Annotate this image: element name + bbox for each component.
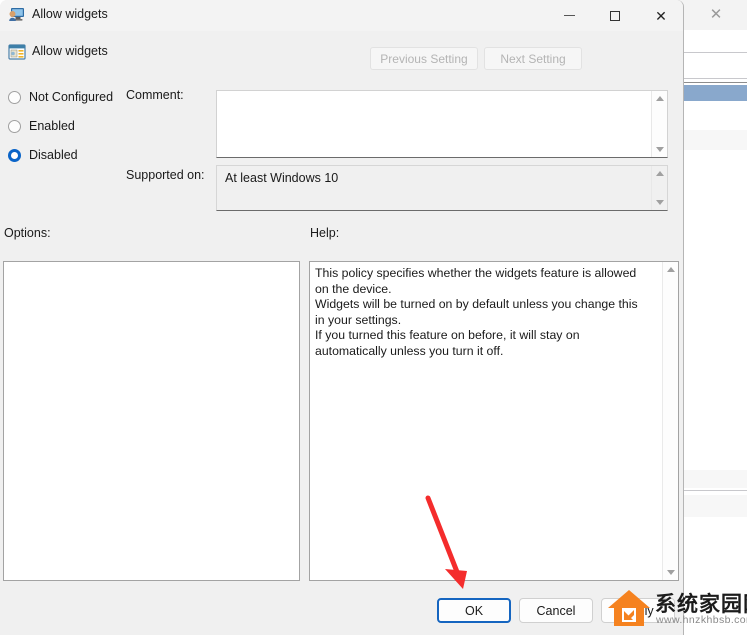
supported-scrollbar[interactable] bbox=[651, 166, 667, 210]
dialog-title: Allow widgets bbox=[32, 7, 108, 21]
close-button[interactable]: ✕ bbox=[638, 0, 684, 31]
comment-label: Comment: bbox=[126, 88, 184, 102]
radio-enabled-label: Enabled bbox=[29, 119, 75, 133]
supported-on-field: At least Windows 10 bbox=[216, 165, 668, 211]
options-label: Options: bbox=[4, 226, 51, 240]
options-panel[interactable] bbox=[3, 261, 300, 581]
watermark: 系统家园网 www.hnzkhbsb.com bbox=[607, 586, 747, 635]
supported-on-label: Supported on: bbox=[126, 168, 205, 182]
policy-setting-icon bbox=[8, 43, 26, 61]
close-icon: ✕ bbox=[655, 7, 667, 24]
house-logo-icon bbox=[608, 590, 650, 626]
scroll-down-icon[interactable] bbox=[656, 200, 664, 205]
radio-enabled[interactable]: Enabled bbox=[8, 119, 75, 133]
scroll-up-icon[interactable] bbox=[656, 96, 664, 101]
policy-setting-dialog: Allow widgets ✕ Allow widgets Previous S… bbox=[0, 0, 684, 635]
minimize-icon bbox=[563, 15, 575, 16]
watermark-url: www.hnzkhbsb.com bbox=[656, 614, 747, 626]
radio-disabled-dot bbox=[8, 148, 21, 162]
previous-setting-button[interactable]: Previous Setting bbox=[370, 47, 478, 70]
dialog-titlebar[interactable]: Allow widgets ✕ bbox=[0, 0, 683, 31]
radio-disabled-label: Disabled bbox=[29, 148, 78, 162]
comment-input[interactable] bbox=[216, 90, 668, 158]
maximize-button[interactable] bbox=[592, 0, 638, 31]
radio-disabled[interactable]: Disabled bbox=[8, 148, 78, 162]
scroll-down-icon[interactable] bbox=[656, 147, 664, 152]
background-close-icon[interactable]: ✕ bbox=[701, 4, 731, 26]
maximize-icon bbox=[610, 10, 620, 21]
help-panel: This policy specifies whether the widget… bbox=[309, 261, 679, 581]
minimize-button[interactable] bbox=[546, 0, 592, 31]
supported-on-value: At least Windows 10 bbox=[225, 171, 339, 185]
radio-not-configured-label: Not Configured bbox=[29, 90, 114, 104]
scroll-up-icon[interactable] bbox=[656, 171, 664, 176]
radio-not-configured[interactable]: Not Configured bbox=[8, 90, 113, 104]
ok-button[interactable]: OK bbox=[437, 598, 511, 623]
radio-enabled-dot bbox=[8, 119, 21, 133]
help-label: Help: bbox=[310, 226, 340, 240]
comment-scrollbar[interactable] bbox=[651, 91, 667, 157]
help-text: This policy specifies whether the widget… bbox=[315, 266, 638, 358]
scroll-up-icon[interactable] bbox=[667, 267, 675, 272]
policy-name-label: Allow widgets bbox=[32, 44, 108, 58]
help-scrollbar[interactable] bbox=[662, 262, 678, 580]
screen: ✕ Allow widgets ✕ Allow widgets Previous… bbox=[0, 0, 747, 635]
computer-policy-icon bbox=[8, 7, 25, 23]
next-setting-button[interactable]: Next Setting bbox=[484, 47, 582, 70]
radio-not-configured-dot bbox=[8, 90, 21, 104]
cancel-button[interactable]: Cancel bbox=[519, 598, 593, 623]
scroll-down-icon[interactable] bbox=[667, 570, 675, 575]
